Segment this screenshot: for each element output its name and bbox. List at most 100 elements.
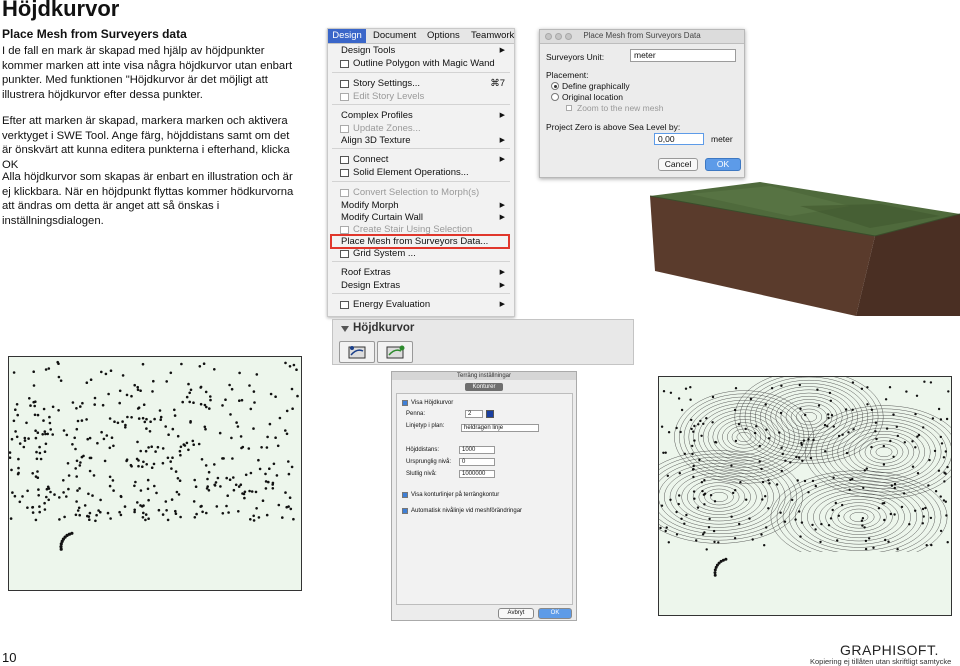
menu-item-icon — [340, 226, 349, 234]
survey-point — [866, 386, 869, 389]
survey-point — [136, 407, 140, 410]
survey-point — [204, 390, 208, 394]
survey-point — [199, 402, 203, 406]
survey-point — [257, 458, 260, 462]
survey-point — [147, 517, 150, 520]
survey-point — [266, 435, 269, 439]
menu-item[interactable]: Grid System ... — [328, 248, 514, 260]
survey-point — [118, 389, 122, 393]
menu-teamwork[interactable]: Teamwork — [471, 30, 514, 41]
survey-point — [922, 426, 925, 429]
contour-create-button[interactable] — [339, 341, 375, 363]
survey-point — [758, 444, 761, 448]
menu-item[interactable]: Story Settings... ⌘7 — [328, 78, 514, 90]
menu-item[interactable]: Connect ▶ — [328, 154, 514, 166]
define-graphically-radio[interactable] — [551, 82, 559, 90]
menu-design[interactable]: Design — [328, 29, 366, 43]
survey-point — [817, 404, 821, 407]
auto-level-label: Automatisk nivålinje vid meshförändringa… — [411, 508, 523, 514]
menu-item-label: Story Settings... — [353, 78, 421, 89]
avbryt-button[interactable]: Avbryt — [498, 608, 534, 619]
auto-level-checkbox[interactable] — [402, 508, 408, 514]
survey-point — [165, 380, 168, 383]
survey-point — [697, 423, 700, 426]
terrang-settings-dialog: Terräng inställningar Konturer Visa Höjd… — [391, 371, 577, 621]
menu-item[interactable]: Solid Element Operations... — [328, 167, 514, 179]
survey-point — [92, 474, 96, 477]
zero-input[interactable]: 0,00 — [654, 133, 704, 145]
menu-item[interactable]: Modify Morph ▶ — [328, 200, 514, 212]
collapse-triangle-icon[interactable] — [341, 326, 349, 332]
unit-select[interactable]: meter — [630, 49, 736, 62]
show-on-contour-checkbox[interactable] — [402, 492, 408, 498]
menu-options[interactable]: Options — [427, 30, 460, 41]
submenu-arrow-icon: ▶ — [499, 269, 505, 276]
survey-point — [945, 514, 948, 517]
survey-point — [176, 477, 180, 480]
survey-point — [892, 455, 895, 458]
survey-point — [53, 493, 56, 496]
menu-item[interactable]: Roof Extras ▶ — [328, 267, 514, 279]
ok-button[interactable]: OK — [705, 158, 741, 171]
survey-point — [844, 408, 848, 411]
menu-item[interactable]: Energy Evaluation ▶ — [328, 299, 514, 311]
menu-item[interactable]: Complex Profiles ▶ — [328, 110, 514, 122]
terrang-ok-button[interactable]: OK — [538, 608, 572, 619]
survey-point — [85, 418, 88, 421]
survey-point — [12, 371, 16, 374]
survey-point — [119, 494, 123, 498]
survey-point — [666, 474, 669, 477]
show-contours-checkbox[interactable] — [402, 400, 408, 406]
pen-input[interactable]: 2 — [465, 410, 483, 418]
survey-point — [219, 485, 222, 488]
menu-item[interactable]: Design Tools ▶ — [328, 45, 514, 57]
survey-point — [96, 441, 99, 445]
survey-point — [823, 423, 827, 427]
tab-konturer[interactable]: Konturer — [465, 383, 503, 391]
survey-point — [213, 483, 216, 487]
menu-separator — [332, 293, 510, 294]
menu-item-icon — [340, 93, 349, 101]
survey-point — [232, 488, 236, 492]
survey-point — [841, 433, 844, 436]
survey-point — [74, 513, 78, 517]
survey-point — [29, 404, 32, 407]
start-level-input[interactable]: 0 — [459, 458, 495, 466]
survey-point — [48, 415, 51, 419]
survey-point — [75, 459, 79, 463]
end-level-input[interactable]: 1000000 — [459, 470, 495, 478]
cancel-button[interactable]: Cancel — [658, 158, 698, 171]
survey-point — [702, 422, 705, 425]
contour-update-button[interactable] — [377, 341, 413, 363]
survey-point — [795, 455, 798, 459]
menu-item[interactable]: Outline Polygon with Magic Wand — [328, 58, 514, 70]
pen-color-swatch[interactable] — [486, 410, 494, 418]
survey-point — [851, 408, 854, 411]
survey-point — [27, 437, 30, 440]
survey-point — [23, 439, 27, 442]
zoom-checkbox[interactable] — [566, 105, 572, 111]
survey-point — [145, 417, 148, 421]
distance-input[interactable]: 1000 — [459, 446, 495, 454]
survey-point — [819, 540, 822, 544]
survey-point — [717, 541, 720, 544]
original-location-radio[interactable] — [551, 93, 559, 101]
survey-point — [105, 434, 109, 437]
menu-document[interactable]: Document — [373, 30, 416, 41]
survey-point — [32, 384, 36, 387]
survey-point — [188, 400, 191, 404]
linetype-select[interactable]: heldragen linje — [461, 424, 539, 432]
survey-point — [250, 490, 254, 493]
survey-point — [276, 444, 280, 448]
menu-item[interactable]: Design Extras ▶ — [328, 280, 514, 292]
survey-point — [171, 427, 175, 431]
survey-point — [733, 537, 737, 540]
menu-item[interactable]: Align 3D Texture ▶ — [328, 135, 514, 147]
survey-point — [46, 485, 50, 489]
survey-point — [65, 433, 69, 437]
menu-item[interactable]: Modify Curtain Wall ▶ — [328, 212, 514, 224]
survey-point — [189, 388, 193, 392]
survey-point — [915, 394, 919, 397]
survey-point — [136, 440, 139, 444]
survey-point — [274, 436, 277, 439]
